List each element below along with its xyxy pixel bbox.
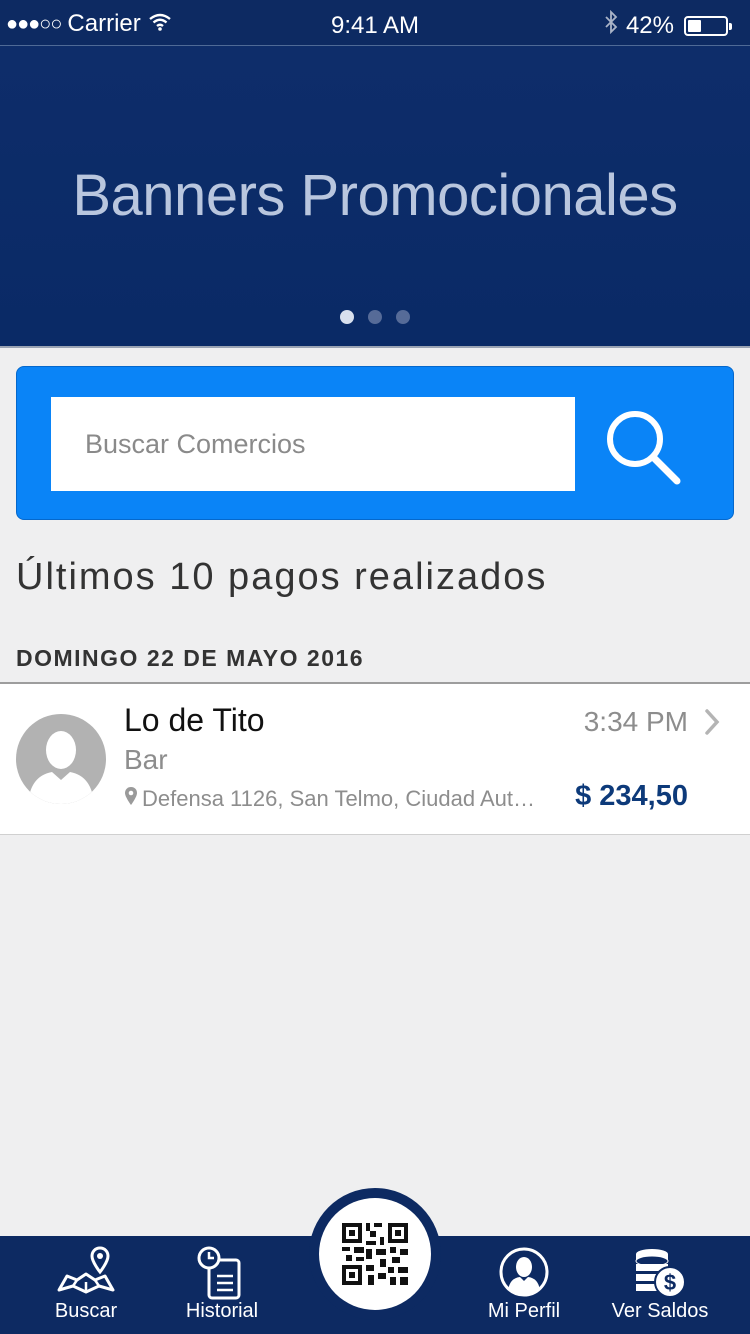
qr-code-icon	[342, 1223, 408, 1285]
banner-title: Banners Promocionales	[72, 163, 678, 228]
location-pin-icon	[124, 786, 138, 812]
battery-cap	[729, 22, 732, 30]
tab-mi-perfil[interactable]: Mi Perfil	[468, 1236, 580, 1334]
search-input[interactable]	[51, 397, 575, 491]
merchant-address: Defensa 1126, San Telmo, Ciudad Autónoma…	[124, 786, 538, 812]
merchant-name: Lo de Tito	[124, 702, 265, 738]
recent-payments-title: Últimos 10 pagos realizados	[16, 556, 548, 598]
tab-label: Ver Saldos	[611, 1300, 709, 1322]
map-pin-icon	[55, 1246, 117, 1301]
tab-ver-saldos[interactable]: $ Ver Saldos	[600, 1236, 720, 1334]
status-bar: ●●●○○ Carrier 9:41 AM 42%	[0, 0, 750, 46]
tab-label: Historial	[185, 1300, 259, 1322]
page-dot[interactable]	[340, 310, 354, 324]
payment-amount: $ 234,50	[575, 780, 688, 812]
address-text: Defensa 1126, San Telmo, Ciudad Autónoma…	[142, 786, 538, 811]
date-header: DOMINGO 22 DE MAYO 2016	[16, 645, 365, 671]
page-dot[interactable]	[396, 310, 410, 324]
svg-text:$: $	[664, 1270, 676, 1295]
search-button[interactable]	[603, 407, 713, 487]
avatar-icon	[16, 714, 106, 804]
search-icon	[607, 411, 681, 485]
history-icon	[197, 1246, 247, 1305]
tab-label: Buscar	[54, 1300, 118, 1322]
page-indicator[interactable]	[0, 310, 750, 324]
bluetooth-icon	[604, 9, 618, 41]
coins-icon: $	[632, 1246, 688, 1305]
chevron-right-icon	[704, 708, 720, 741]
tab-historial[interactable]: Historial	[166, 1236, 278, 1334]
page-dot[interactable]	[368, 310, 382, 324]
merchant-category: Bar	[124, 744, 168, 775]
payment-time: 3:34 PM	[583, 706, 688, 737]
battery-icon	[684, 15, 732, 36]
promo-banner[interactable]: Banners Promocionales	[0, 46, 750, 348]
qr-scan-button[interactable]	[319, 1198, 431, 1310]
payment-row[interactable]: Lo de Tito Bar Defensa 1126, San Telmo, …	[0, 682, 750, 835]
search-panel	[16, 366, 734, 520]
profile-icon	[498, 1246, 550, 1303]
tab-label: Mi Perfil	[487, 1300, 561, 1322]
battery-level	[688, 19, 701, 32]
battery-percent: 42%	[625, 11, 674, 39]
tab-buscar[interactable]: Buscar	[30, 1236, 142, 1334]
status-right: 42%	[604, 9, 732, 41]
